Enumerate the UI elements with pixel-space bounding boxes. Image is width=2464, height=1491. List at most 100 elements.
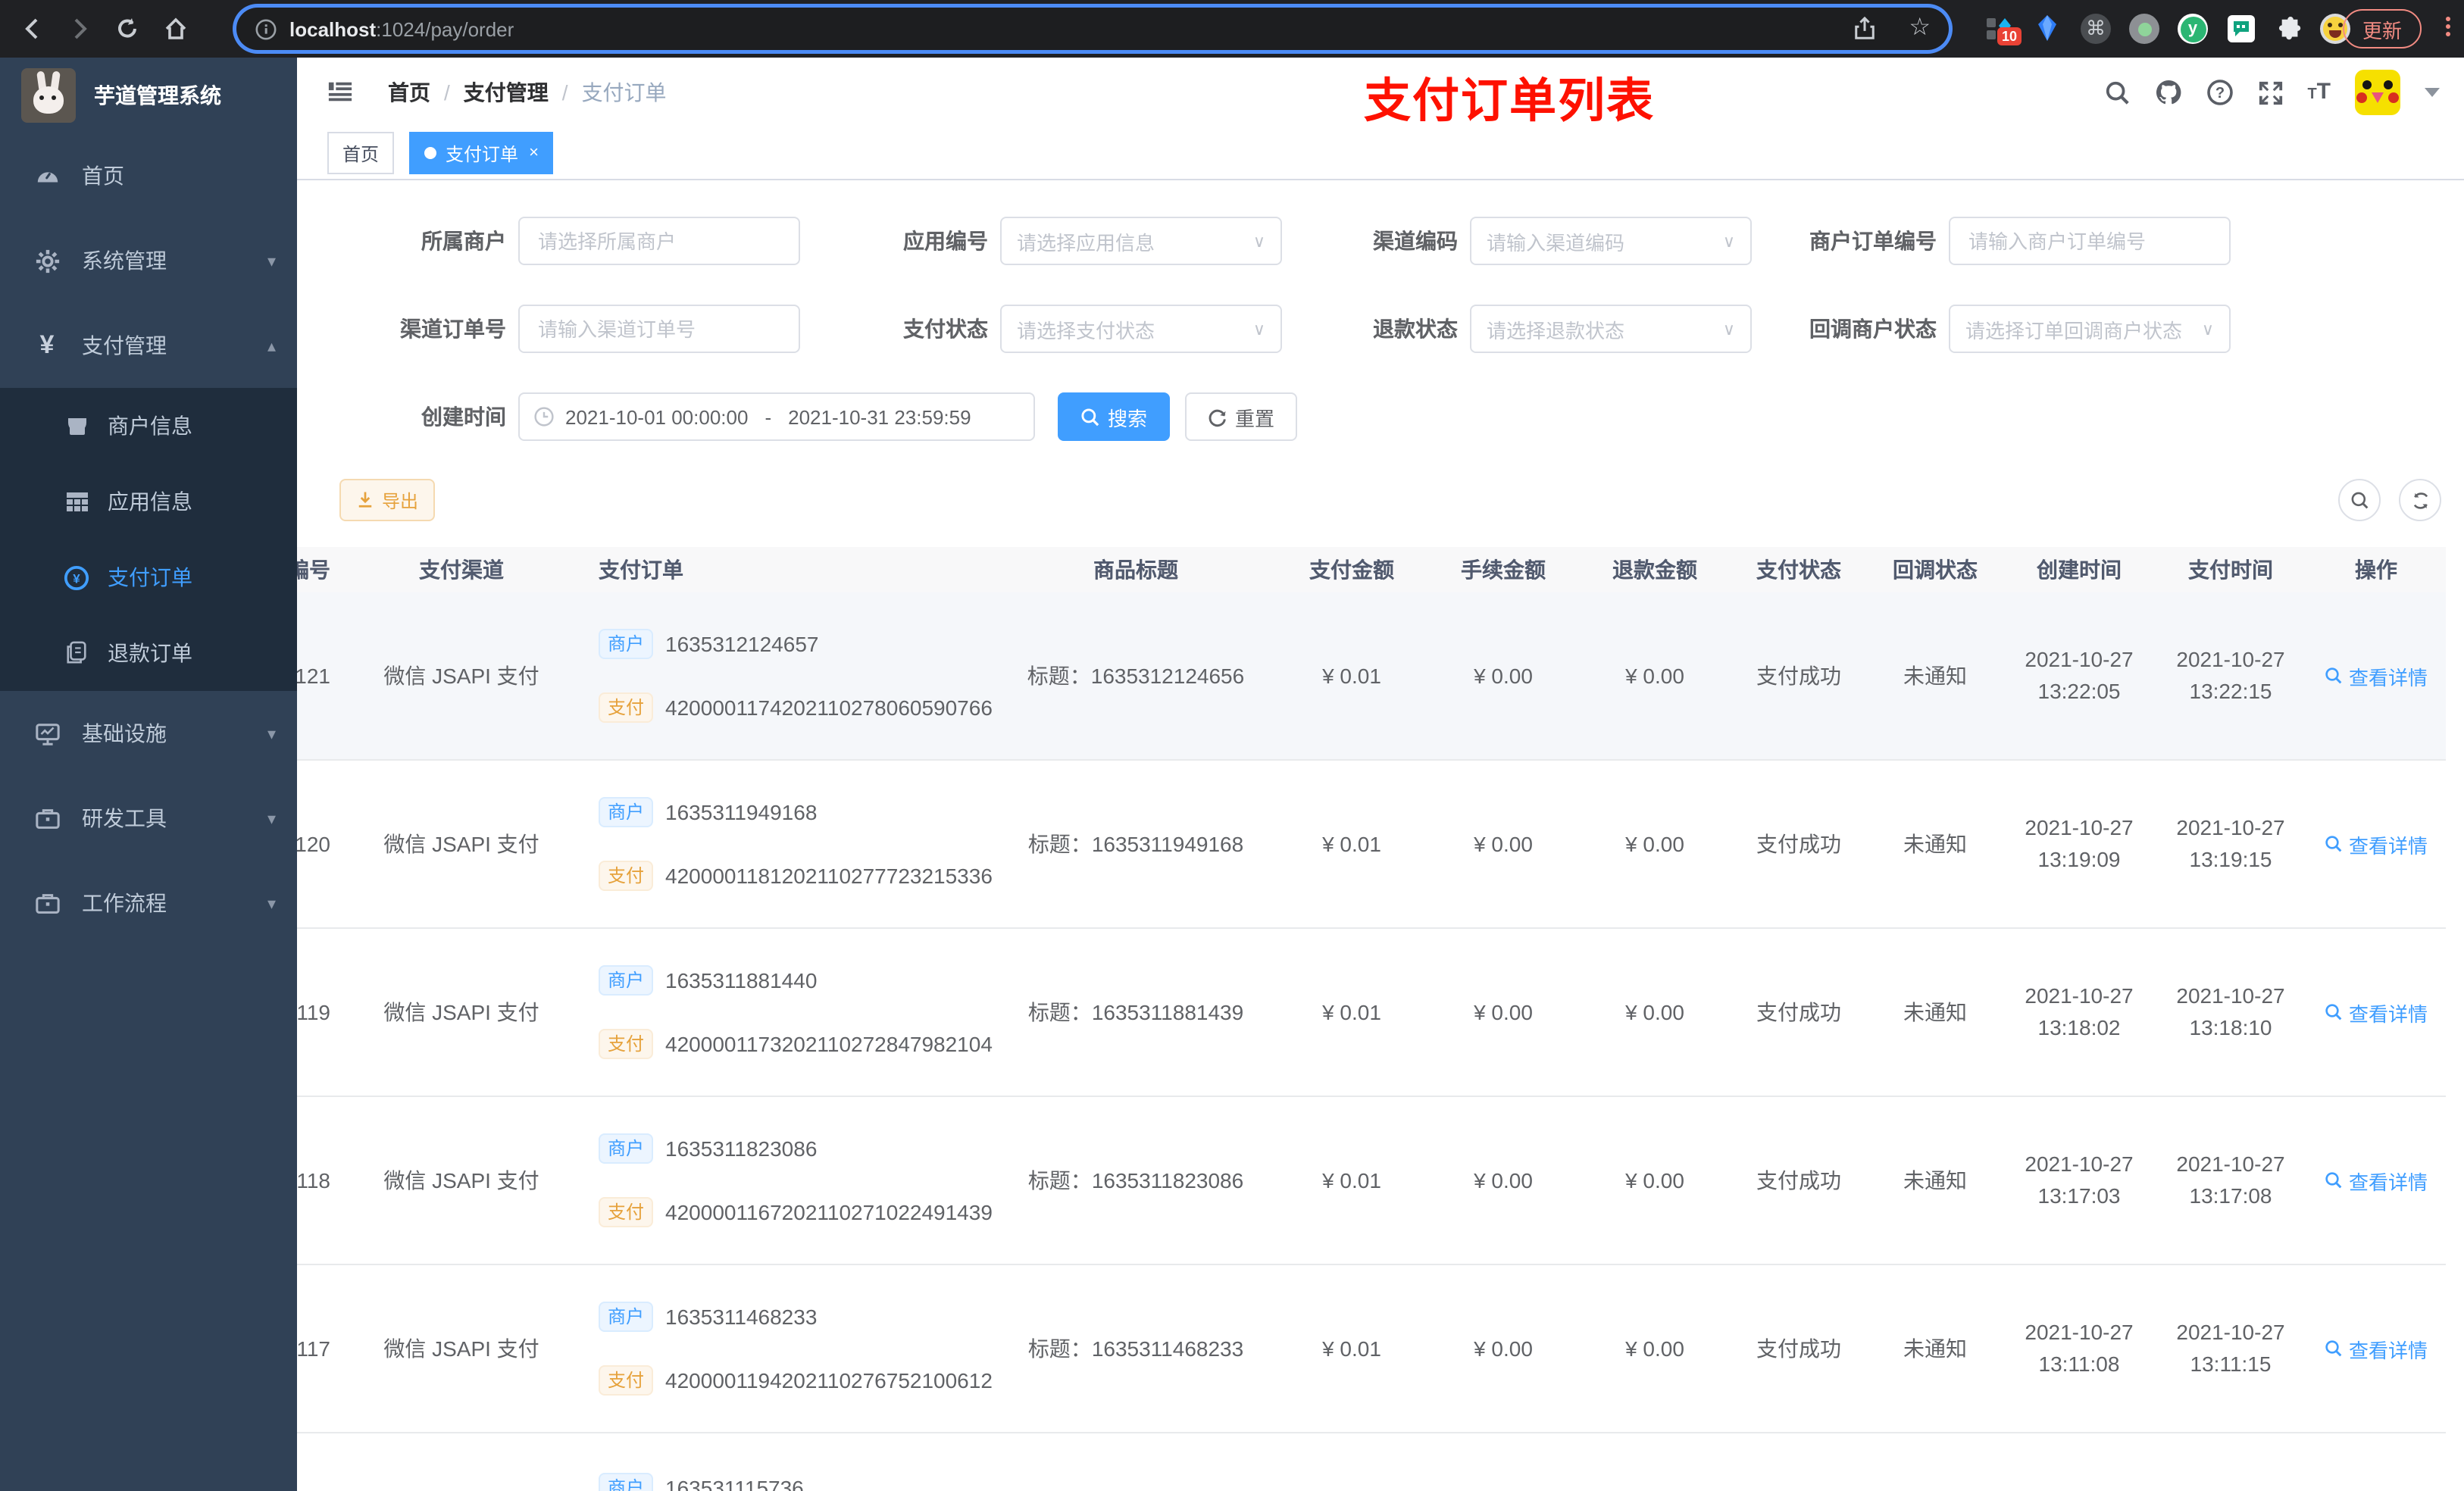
sidebar-item-pay[interactable]: ¥ 支付管理 ▴ (0, 303, 297, 388)
pay-badge: 支付 (599, 1197, 654, 1227)
table-row: 117 微信 JSAPI 支付 商户 1635311468233 支付 420000… (297, 1265, 2446, 1433)
extension-icon-command[interactable]: ⌘ (2079, 12, 2112, 45)
sidebar-item-merchant-info[interactable]: 商户信息 (0, 388, 297, 464)
site-info-icon[interactable] (255, 17, 277, 40)
browser-back-icon[interactable] (15, 11, 52, 47)
filter-notify-status: 回调商户状态 请选择订单回调商户状态 ∨ (1752, 305, 2231, 353)
sidebar: 芋道管理系统 首页 系统管理 ▾ ¥ 支付管理 ▴ 商户信息 应用信息 ¥ 支付… (0, 58, 297, 1491)
breadcrumb-home[interactable]: 首页 (388, 77, 430, 108)
sidebar-item-devtools[interactable]: 研发工具 ▾ (0, 776, 297, 861)
channel-order-no-input[interactable] (518, 305, 800, 353)
table-row: 118 微信 JSAPI 支付 商户 1635311823086 支付 420000… (297, 1097, 2446, 1265)
breadcrumb-current: 支付订单 (581, 80, 667, 105)
screen: localhost:1024/pay/order ☆ 10 ⌘ y 更新 芋道… (0, 0, 2464, 1491)
refund-status-select[interactable]: 请选择退款状态 ∨ (1470, 305, 1752, 353)
view-detail-link[interactable]: 查看详情 (2325, 661, 2428, 690)
view-detail-link[interactable]: 查看详情 (2325, 830, 2428, 858)
tab-home[interactable]: 首页 (327, 132, 395, 174)
app-logo-row[interactable]: 芋道管理系统 (0, 58, 297, 133)
search-icon[interactable] (2104, 80, 2130, 105)
sidebar-item-system[interactable]: 系统管理 ▾ (0, 218, 297, 303)
user-menu-caret-icon[interactable] (2425, 88, 2440, 97)
top-navbar: 首页 / 支付管理 / 支付订单 支付订单列表 ? TT (297, 58, 2464, 127)
chevron-down-icon: ▾ (267, 810, 276, 828)
app-select[interactable]: 请选择应用信息 ∨ (1000, 217, 1282, 265)
browser-home-icon[interactable] (158, 11, 194, 47)
font-size-icon[interactable]: TT (2307, 80, 2331, 105)
notify-status: 未通知 (1903, 1000, 1967, 1024)
reset-button[interactable]: 重置 (1185, 392, 1298, 441)
merchant-badge: 商户 (599, 1133, 654, 1164)
chevron-down-icon: ▾ (267, 725, 276, 743)
merchant-order-no: 1635311823086 (665, 1136, 818, 1161)
user-avatar[interactable] (2355, 70, 2400, 115)
view-detail-link[interactable]: 查看详情 (2325, 1334, 2428, 1363)
browser-reload-icon[interactable] (109, 11, 145, 47)
sidebar-item-infra[interactable]: 基础设施 ▾ (0, 691, 297, 776)
pay-status: 支付成功 (1756, 1168, 1841, 1192)
notify-status-select[interactable]: 请选择订单回调商户状态 ∨ (1949, 305, 2231, 353)
tab-pay-order[interactable]: 支付订单 × (409, 132, 554, 174)
clock-icon (533, 406, 555, 427)
date-end: 2021-10-31 23:59:59 (788, 405, 971, 428)
filter-merchant: 所属商户 (327, 217, 800, 265)
merchant-order-no: 1635311949168 (665, 800, 818, 824)
close-tab-icon[interactable]: × (529, 144, 539, 162)
address-bar[interactable]: localhost:1024/pay/order ☆ (236, 8, 1949, 50)
extension-icon-recorder[interactable] (2128, 12, 2161, 45)
refresh-button[interactable] (2399, 479, 2441, 521)
browser-forward-icon[interactable] (61, 11, 97, 47)
filter-form: 所属商户 应用编号 请选择应用信息∨ 渠道编码 请输入渠道编码∨ 商户订单 (297, 180, 2464, 441)
yen-icon: ¥ (39, 330, 55, 359)
fullscreen-icon[interactable] (2257, 80, 2283, 105)
sidebar-item-app-info[interactable]: 应用信息 (0, 464, 297, 539)
show-search-toggle-button[interactable] (2338, 479, 2381, 521)
pay-badge: 支付 (599, 1365, 654, 1396)
merchant-input[interactable] (518, 217, 800, 265)
filter-merchant-order-no: 商户订单编号 (1752, 217, 2231, 265)
create-time-range-input[interactable]: 2021-10-01 00:00:00 - 2021-10-31 23:59:5… (518, 392, 1035, 441)
merchant-badge: 商户 (599, 1302, 654, 1332)
view-detail-link[interactable]: 查看详情 (2325, 1166, 2428, 1195)
bookmark-star-icon[interactable]: ☆ (1909, 16, 1931, 41)
date-start: 2021-10-01 00:00:00 (565, 405, 749, 428)
sidebar-item-workflow[interactable]: 工作流程 ▾ (0, 861, 297, 946)
storefront-icon (64, 413, 89, 439)
sidebar-collapse-icon[interactable] (327, 79, 353, 105)
merchant-badge: 商户 (599, 965, 654, 996)
breadcrumb-section[interactable]: 支付管理 (464, 77, 549, 108)
extension-icon-gem[interactable] (2031, 12, 2064, 45)
share-icon[interactable] (1853, 17, 1875, 41)
pay-status-select[interactable]: 请选择支付状态 ∨ (1000, 305, 1282, 353)
filter-create-time: 创建时间 2021-10-01 00:00:00 - 2021-10-31 23… (327, 392, 1035, 441)
extension-icon-chat[interactable] (2225, 12, 2258, 45)
url-host: localhost (289, 17, 377, 40)
search-button[interactable]: 搜索 (1058, 392, 1171, 441)
document-copy-icon (64, 640, 89, 666)
merchant-order-no-input[interactable] (1949, 217, 2231, 265)
chevron-down-icon: ▾ (267, 895, 276, 913)
svg-text:?: ? (2215, 85, 2224, 102)
chrome-menu-icon[interactable] (2443, 14, 2452, 39)
github-icon[interactable] (2154, 79, 2181, 106)
filter-channel-code: 渠道编码 请输入渠道编码 ∨ (1282, 217, 1752, 265)
extension-icon-yudao[interactable]: y (2176, 12, 2209, 45)
view-detail-link[interactable]: 查看详情 (2325, 998, 2428, 1027)
pay-submenu: 商户信息 应用信息 ¥ 支付订单 退款订单 (0, 388, 297, 691)
sidebar-item-refund-order[interactable]: 退款订单 (0, 615, 297, 691)
help-icon[interactable]: ? (2206, 79, 2233, 106)
sidebar-item-pay-order[interactable]: ¥ 支付订单 (0, 539, 297, 615)
merchant-badge: 商户 (599, 629, 654, 659)
extension-icon-tab-manager[interactable]: 10 (1982, 12, 2022, 45)
select-chevron-icon: ∨ (1252, 320, 1265, 339)
notify-status: 未通知 (1903, 832, 1967, 856)
app-title: 芋道管理系统 (94, 83, 221, 108)
page-content: 所属商户 应用编号 请选择应用信息∨ 渠道编码 请输入渠道编码∨ 商户订单 (297, 180, 2464, 1491)
channel-code-select[interactable]: 请输入渠道编码 ∨ (1470, 217, 1752, 265)
notify-status: 未通知 (1903, 664, 1967, 688)
chrome-update-button[interactable]: 更新 (2342, 9, 2422, 48)
extensions-puzzle-icon[interactable] (2273, 12, 2306, 45)
sidebar-item-home[interactable]: 首页 (0, 133, 297, 218)
export-button[interactable]: 导出 (339, 479, 436, 521)
pay-status: 支付成功 (1756, 832, 1841, 856)
